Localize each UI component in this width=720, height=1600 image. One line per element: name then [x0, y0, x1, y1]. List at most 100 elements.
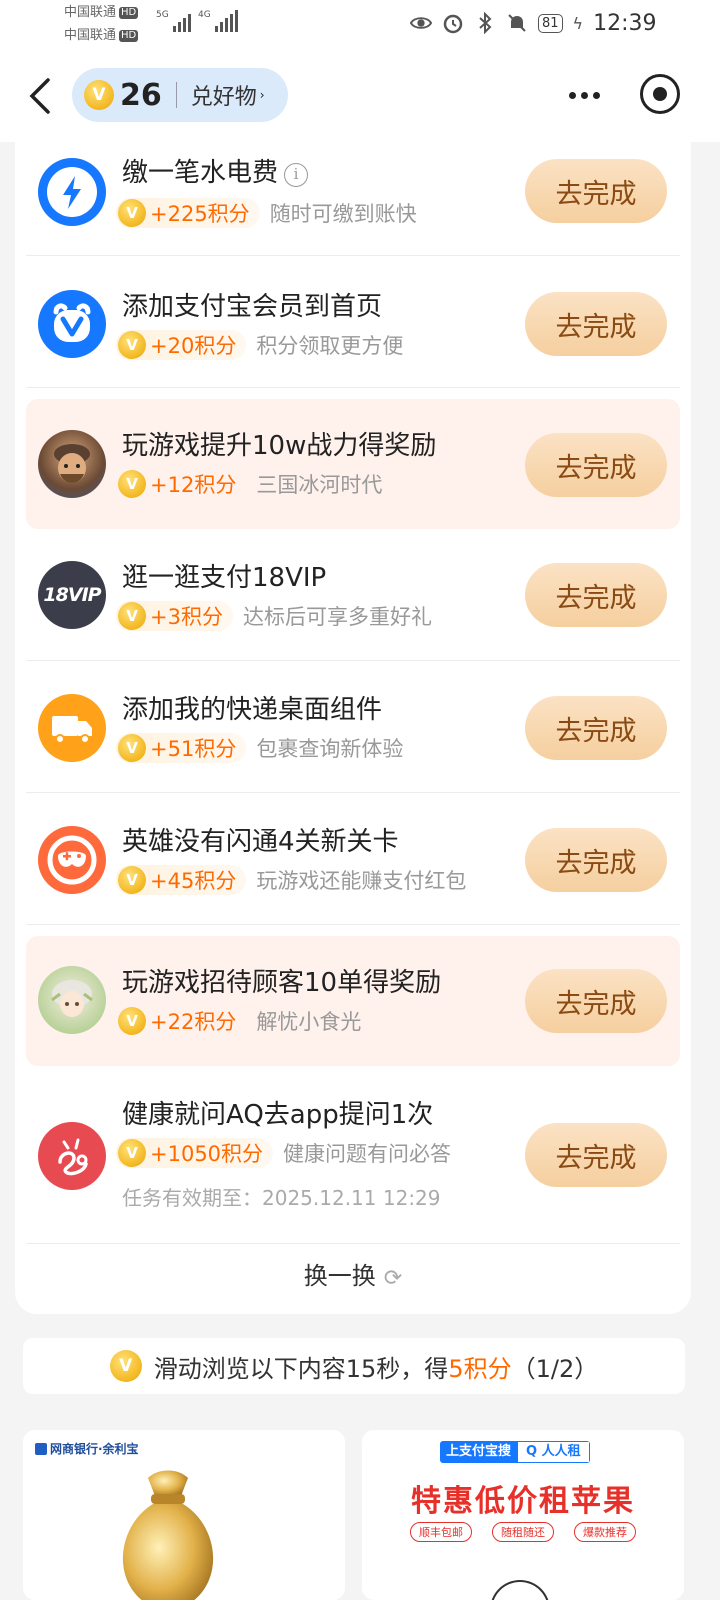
carrier-1: 中国联通 HD [64, 4, 139, 21]
reward-chip: V +1050积分 [116, 1138, 274, 1168]
chevron-right-icon: › [259, 88, 265, 102]
nav-bar: V 26 兑好物 › [0, 50, 720, 142]
task-title: 英雄没有闪通4关新关卡 [122, 827, 399, 857]
reward-chip: V +225积分 [116, 198, 260, 228]
coin-icon: V [118, 1139, 146, 1167]
browse-progress: （1/2） [511, 1354, 599, 1383]
coin-icon: V [118, 1007, 146, 1035]
charging-icon: ϟ [572, 13, 584, 33]
task-row: 英雄没有闪通4关新关卡 V +45积分 玩游戏还能赚支付红包 去完成 [26, 793, 680, 925]
game-character-icon [38, 966, 106, 1034]
lightning-icon [38, 158, 106, 226]
coin-icon: V [118, 199, 146, 227]
browse-reward-banner: V 滑动浏览以下内容15秒，得 5积分 （1/2） [23, 1338, 685, 1394]
reward-points: +51积分 [150, 737, 237, 761]
task-subtitle: V +1050积分 健康问题有问必答 [116, 1138, 451, 1168]
reward-chip: V +51积分 [116, 733, 247, 763]
task-title: 添加我的快递桌面组件 [122, 695, 383, 725]
eye-icon [410, 12, 432, 34]
mini-program-close-button[interactable] [640, 74, 680, 114]
task-subtitle: V +3积分 达标后可享多重好礼 [116, 601, 432, 631]
task-subtitle: V +51积分 包裹查询新体验 [116, 733, 403, 763]
back-button[interactable] [22, 74, 58, 118]
reward-points: +22积分 [150, 1010, 237, 1034]
carrier-2: 中国联通 HD [64, 27, 139, 44]
go-complete-button[interactable]: 去完成 [525, 159, 667, 223]
status-bar: 中国联通 HD 中国联通 HD 5G 4G 81 ϟ 12:39 [0, 0, 720, 50]
coin-icon: V [118, 331, 146, 359]
alarm-icon [442, 12, 464, 34]
reward-points: +3积分 [150, 605, 223, 629]
coin-icon: V [118, 734, 146, 762]
task-description: 积分领取更方便 [256, 334, 404, 358]
task-row: 添加我的快递桌面组件 V +51积分 包裹查询新体验 去完成 [26, 661, 680, 793]
more-options-button[interactable] [564, 80, 604, 110]
task-row: 缴一笔水电费 i V +225积分 随时可缴到账快 去完成 [26, 142, 680, 256]
hd-badge: HD [119, 6, 139, 19]
ad-tag: 爆款推荐 [574, 1522, 636, 1542]
task-row-highlighted: 玩游戏提升10w战力得奖励 V +12积分 三国冰河时代 去完成 [26, 399, 680, 529]
search-tag: 上支付宝搜 Q 人人租 [440, 1441, 590, 1463]
go-complete-button[interactable]: 去完成 [525, 292, 667, 356]
task-subtitle: V +20积分 积分领取更方便 [116, 330, 403, 360]
task-description: 达标后可享多重好礼 [242, 605, 432, 629]
task-row: 18VIP 逛一逛支付18VIP V +3积分 达标后可享多重好礼 去完成 [26, 529, 680, 661]
reward-chip: V +45积分 [116, 865, 247, 895]
ad-card-rental[interactable]: 上支付宝搜 Q 人人租 特惠低价租苹果 顺丰包邮 随租随还 爆款推荐 [362, 1430, 684, 1600]
task-description: 随时可缴到账快 [269, 202, 417, 226]
health-aq-logo-icon [38, 1122, 106, 1190]
go-complete-button[interactable]: 去完成 [525, 969, 667, 1033]
task-title: 健康就问AQ去app提问1次 [122, 1100, 434, 1130]
bluetooth-icon [474, 12, 496, 34]
ad-tag: 顺丰包邮 [410, 1522, 472, 1542]
coin-icon: V [118, 866, 146, 894]
refresh-button[interactable]: 换一换 ⟳ [15, 1256, 691, 1291]
ad-tag: 随租随还 [492, 1522, 554, 1542]
task-row-highlighted: 玩游戏招待顾客10单得奖励 V +22积分 解忧小食光 去完成 [26, 936, 680, 1066]
info-icon[interactable]: i [284, 163, 309, 187]
reward-chip: V +12积分 [116, 469, 246, 499]
go-complete-button[interactable]: 去完成 [525, 1123, 667, 1187]
signal-5g-icon: 5G [156, 10, 191, 32]
reward-points: +45积分 [150, 869, 237, 893]
go-complete-button[interactable]: 去完成 [525, 828, 667, 892]
go-complete-button[interactable]: 去完成 [525, 563, 667, 627]
net-1-label: 5G [156, 10, 169, 20]
task-title: 玩游戏提升10w战力得奖励 [122, 431, 437, 461]
member-v-icon [38, 290, 106, 358]
task-row: 健康就问AQ去app提问1次 V +1050积分 健康问题有问必答 任务有效期至：… [26, 1066, 680, 1244]
search-tag-keyword: Q 人人租 [517, 1441, 590, 1463]
exchange-link[interactable]: 兑好物 [191, 79, 257, 111]
search-tag-prefix: 上支付宝搜 [440, 1441, 518, 1463]
task-title: 逛一逛支付18VIP [122, 563, 327, 593]
divider [26, 924, 680, 925]
ad-card-bank[interactable]: 网商银行·余利宝 [23, 1430, 345, 1600]
reward-points: +20积分 [150, 334, 237, 358]
points-balance: 26 [120, 77, 162, 113]
go-complete-button[interactable]: 去完成 [525, 696, 667, 760]
hd-badge: HD [119, 29, 139, 42]
divider [26, 387, 680, 388]
task-description: 健康问题有问必答 [283, 1142, 452, 1166]
carrier-1-label: 中国联通 [64, 5, 117, 20]
refresh-icon: ⟳ [383, 1266, 403, 1291]
points-pill[interactable]: V 26 兑好物 › [72, 68, 288, 122]
task-subtitle: V +45积分 玩游戏还能赚支付红包 [116, 865, 466, 895]
task-description: 包裹查询新体验 [256, 737, 404, 761]
phone-image [490, 1580, 550, 1600]
battery-indicator: 81 [538, 13, 563, 33]
status-icons: 81 ϟ 12:39 [410, 10, 657, 36]
go-complete-button[interactable]: 去完成 [525, 433, 667, 497]
carrier-2-label: 中国联通 [64, 28, 117, 43]
bank-logo: 网商银行·余利宝 [35, 1440, 139, 1457]
reward-chip: V +3积分 [116, 601, 233, 631]
reward-chip: V +22积分 [116, 1006, 246, 1036]
task-description: 玩游戏还能赚支付红包 [256, 869, 467, 893]
browse-points: 5积分 [448, 1354, 512, 1383]
task-expiry: 任务有效期至：2025.12.11 12:29 [122, 1186, 441, 1210]
game-avatar-icon [38, 430, 106, 498]
pill-divider [175, 82, 177, 108]
reward-points: +1050积分 [150, 1142, 264, 1166]
bank-brand-label: 网商银行·余利宝 [50, 1442, 139, 1456]
task-subtitle: V +12积分 三国冰河时代 [116, 469, 382, 499]
